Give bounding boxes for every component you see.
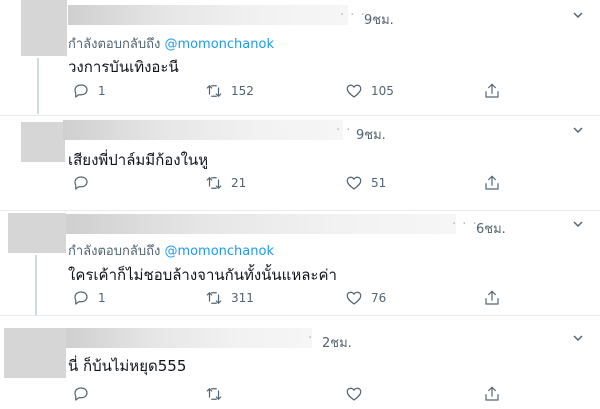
reply-prefix: กำลังตอบกลับถึง <box>68 244 161 259</box>
chevron-down-icon[interactable] <box>573 219 583 229</box>
share-button[interactable] <box>483 82 501 100</box>
like-count: 76 <box>371 291 387 305</box>
share-icon <box>485 83 499 98</box>
reply-prefix: กำลังตอบกลับถึง <box>68 37 161 52</box>
retweet-count: 21 <box>231 176 247 190</box>
reply-icon <box>74 387 88 401</box>
like-button[interactable]: 105 <box>345 82 394 100</box>
thread-line <box>35 255 37 315</box>
avatar[interactable] <box>8 213 66 253</box>
chevron-down-icon[interactable] <box>573 125 583 135</box>
separator-dots: · · · <box>340 8 366 23</box>
share-button[interactable] <box>483 289 501 307</box>
heart-icon <box>346 84 362 98</box>
author-name[interactable] <box>66 328 312 348</box>
reply-button[interactable] <box>72 385 98 403</box>
timestamp[interactable]: 6ชม. <box>476 218 506 239</box>
heart-icon <box>346 387 362 401</box>
retweet-count: 311 <box>231 291 254 305</box>
retweet-button[interactable]: 21 <box>205 174 246 192</box>
retweet-count: 152 <box>231 84 254 98</box>
heart-icon <box>346 291 362 305</box>
tweet-text: ใครเค้าก็ไม่ชอบล้างจานกันทั้งนั้นแหละค่า <box>68 266 337 284</box>
reply-context: กำลังตอบกลับถึง @momonchanok <box>68 240 274 261</box>
timestamp[interactable]: 9ชม. <box>364 9 394 30</box>
avatar[interactable] <box>21 0 67 56</box>
tweet[interactable]: · · 9ชม. เสียงพี่ปาล์มมีก้องในหู 21 51 <box>0 116 600 210</box>
reply-icon <box>74 84 88 98</box>
reply-context: กำลังตอบกลับถึง @momonchanok <box>68 33 274 54</box>
reply-count: 1 <box>98 291 106 305</box>
like-button[interactable] <box>345 385 371 403</box>
share-button[interactable] <box>483 174 501 192</box>
chevron-down-icon[interactable] <box>573 10 583 20</box>
timestamp[interactable]: 2ชม. <box>322 332 352 353</box>
like-count: 51 <box>371 176 387 190</box>
retweet-button[interactable] <box>205 385 231 403</box>
reply-handle-link[interactable]: @momonchanok <box>164 37 274 52</box>
retweet-icon <box>206 177 222 189</box>
retweet-icon <box>206 388 222 400</box>
heart-icon <box>346 176 362 190</box>
author-name[interactable] <box>63 120 343 140</box>
author-name[interactable] <box>66 214 456 234</box>
reply-button[interactable]: 1 <box>72 82 106 100</box>
separator-dots: · · <box>336 123 352 138</box>
tweet[interactable]: · 2ชม. นี่ ก็บ้นไม่หยุด555 <box>0 316 600 409</box>
like-button[interactable]: 76 <box>345 289 386 307</box>
retweet-button[interactable]: 152 <box>205 82 254 100</box>
reply-count: 1 <box>98 84 106 98</box>
avatar[interactable] <box>21 122 65 162</box>
tweet-text: เสียงพี่ปาล์มมีก้องในหู <box>68 151 209 169</box>
timestamp[interactable]: 9ชม. <box>356 124 386 145</box>
tweet-text: วงการบันเทิงอะนี <box>68 58 179 76</box>
share-icon <box>485 175 499 190</box>
retweet-icon <box>206 292 222 304</box>
share-button[interactable] <box>483 385 501 403</box>
reply-button[interactable]: 1 <box>72 289 106 307</box>
retweet-icon <box>206 85 222 97</box>
thread-line <box>37 58 39 114</box>
reply-icon <box>74 291 88 305</box>
tweet[interactable]: · · · 9ชม. กำลังตอบกลับถึง @momonchanok … <box>0 0 600 115</box>
reply-button[interactable] <box>72 174 98 192</box>
share-icon <box>485 290 499 305</box>
tweet-text: นี่ ก็บ้นไม่หยุด555 <box>68 357 187 375</box>
like-button[interactable]: 51 <box>345 174 386 192</box>
author-name[interactable] <box>68 5 348 25</box>
separator-dots: · <box>308 331 314 346</box>
reply-icon <box>74 176 88 190</box>
reply-handle-link[interactable]: @momonchanok <box>164 244 274 259</box>
separator-dots: · · · <box>452 217 478 232</box>
retweet-button[interactable]: 311 <box>205 289 254 307</box>
tweet[interactable]: · · · 6ชม. กำลังตอบกลับถึง @momonchanok … <box>0 211 600 315</box>
share-icon <box>485 386 499 401</box>
avatar[interactable] <box>4 328 66 378</box>
like-count: 105 <box>371 84 394 98</box>
chevron-down-icon[interactable] <box>573 333 583 343</box>
